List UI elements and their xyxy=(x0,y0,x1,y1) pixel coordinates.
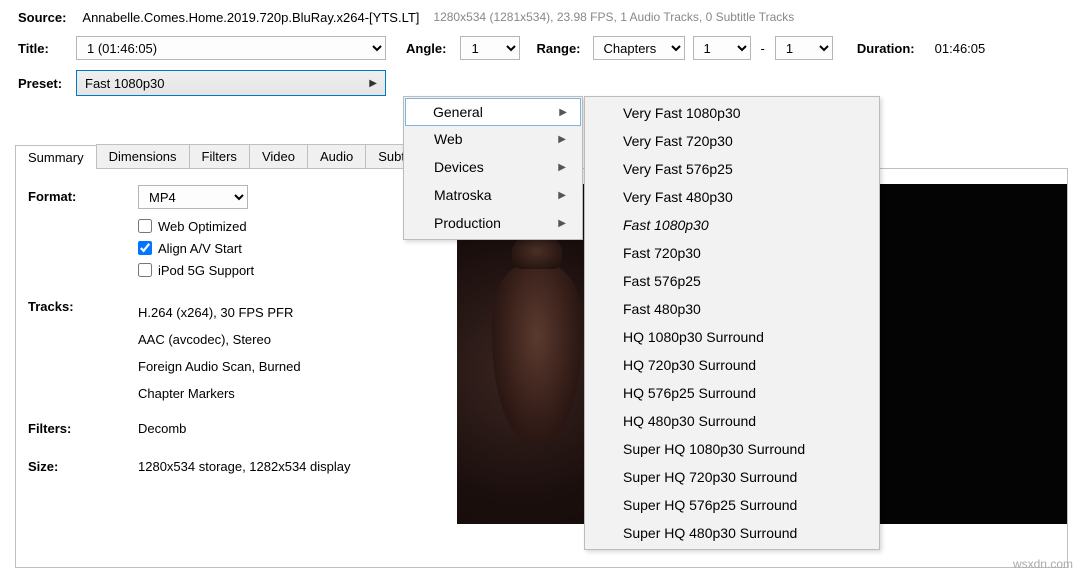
preset-option[interactable]: Fast 720p30 xyxy=(587,239,877,267)
preset-button[interactable]: Fast 1080p30 ▶ xyxy=(76,70,386,96)
align-av-checkbox[interactable]: Align A/V Start xyxy=(138,237,254,259)
title-label: Title: xyxy=(0,41,66,56)
preset-label: Preset: xyxy=(0,76,66,91)
preset-option-label: HQ 1080p30 Surround xyxy=(623,329,764,345)
preset-option[interactable]: Fast 480p30 xyxy=(587,295,877,323)
menu-item-label: Matroska xyxy=(434,187,492,203)
preset-option[interactable]: HQ 480p30 Surround xyxy=(587,407,877,435)
tab-summary[interactable]: Summary xyxy=(15,145,97,169)
web-optimized-label: Web Optimized xyxy=(158,219,247,234)
preset-option-label: Fast 1080p30 xyxy=(623,217,709,233)
range-label: Range: xyxy=(520,41,586,56)
menu-item-production[interactable]: Production ▶ xyxy=(406,209,580,237)
preset-option[interactable]: Super HQ 1080p30 Surround xyxy=(587,435,877,463)
preset-option[interactable]: HQ 720p30 Surround xyxy=(587,351,877,379)
chevron-right-icon: ▶ xyxy=(559,107,567,118)
menu-item-label: Devices xyxy=(434,159,484,175)
web-optimized-checkbox[interactable]: Web Optimized xyxy=(138,215,254,237)
source-label: Source: xyxy=(0,10,72,25)
preset-option-label: Very Fast 1080p30 xyxy=(623,105,741,121)
preset-option-label: Super HQ 576p25 Surround xyxy=(623,497,797,513)
tab-video[interactable]: Video xyxy=(249,144,308,168)
range-to-select[interactable]: 1 xyxy=(775,36,833,60)
ipod-input[interactable] xyxy=(138,263,152,277)
preset-option[interactable]: Very Fast 480p30 xyxy=(587,183,877,211)
chevron-right-icon: ▶ xyxy=(558,162,566,173)
menu-item-devices[interactable]: Devices ▶ xyxy=(406,153,580,181)
preset-option-label: HQ 576p25 Surround xyxy=(623,385,756,401)
preset-category-menu: General ▶ Web ▶ Devices ▶ Matroska ▶ Pro… xyxy=(403,96,583,240)
preset-option-label: Super HQ 480p30 Surround xyxy=(623,525,797,541)
preset-option-label: Fast 576p25 xyxy=(623,273,701,289)
chevron-right-icon: ▶ xyxy=(369,78,377,89)
preset-option-label: HQ 480p30 Surround xyxy=(623,413,756,429)
preset-option[interactable]: HQ 1080p30 Surround xyxy=(587,323,877,351)
summary-filters-value: Decomb xyxy=(138,421,186,436)
source-meta: 1280x534 (1281x534), 23.98 FPS, 1 Audio … xyxy=(419,10,794,24)
track-foreign: Foreign Audio Scan, Burned xyxy=(138,353,301,380)
range-select[interactable]: Chapters xyxy=(593,36,685,60)
preset-list-menu: Very Fast 1080p30 Very Fast 720p30 Very Fa… xyxy=(584,96,880,550)
preset-option-label: Very Fast 480p30 xyxy=(623,189,733,205)
preset-option-label: Very Fast 576p25 xyxy=(623,161,733,177)
title-select[interactable]: 1 (01:46:05) xyxy=(76,36,386,60)
preset-option-label: Super HQ 720p30 Surround xyxy=(623,469,797,485)
track-video: H.264 (x264), 30 FPS PFR xyxy=(138,299,301,326)
menu-item-web[interactable]: Web ▶ xyxy=(406,125,580,153)
align-av-input[interactable] xyxy=(138,241,152,255)
menu-item-label: Web xyxy=(434,131,463,147)
tab-filters[interactable]: Filters xyxy=(189,144,250,168)
format-label: Format: xyxy=(28,189,76,204)
menu-item-matroska[interactable]: Matroska ▶ xyxy=(406,181,580,209)
chevron-right-icon: ▶ xyxy=(558,218,566,229)
track-audio: AAC (avcodec), Stereo xyxy=(138,326,301,353)
source-value: Annabelle.Comes.Home.2019.720p.BluRay.x2… xyxy=(72,10,419,25)
tab-audio[interactable]: Audio xyxy=(307,144,366,168)
watermark: wsxdn.com xyxy=(1013,557,1073,571)
menu-item-label: Production xyxy=(434,215,501,231)
preset-option-label: Fast 720p30 xyxy=(623,245,701,261)
track-chapters: Chapter Markers xyxy=(138,380,301,407)
tab-dimensions[interactable]: Dimensions xyxy=(96,144,190,168)
preset-option[interactable]: Super HQ 720p30 Surround xyxy=(587,463,877,491)
preset-option-label: HQ 720p30 Surround xyxy=(623,357,756,373)
preset-option[interactable]: HQ 576p25 Surround xyxy=(587,379,877,407)
preset-option[interactable]: Very Fast 1080p30 xyxy=(587,99,877,127)
tracks-label: Tracks: xyxy=(28,299,74,314)
chevron-right-icon: ▶ xyxy=(558,190,566,201)
preset-option[interactable]: Super HQ 576p25 Surround xyxy=(587,491,877,519)
preset-option-label: Super HQ 1080p30 Surround xyxy=(623,441,805,457)
preset-option[interactable]: Super HQ 480p30 Surround xyxy=(587,519,877,547)
preview-vase-icon xyxy=(492,264,582,444)
summary-size-label: Size: xyxy=(28,459,58,474)
preset-option[interactable]: Very Fast 720p30 xyxy=(587,127,877,155)
preset-value: Fast 1080p30 xyxy=(85,76,165,91)
menu-item-label: General xyxy=(433,104,483,120)
preset-option[interactable]: Fast 1080p30 xyxy=(587,211,877,239)
preset-option-label: Fast 480p30 xyxy=(623,301,701,317)
format-select[interactable]: MP4 xyxy=(138,185,248,209)
ipod-label: iPod 5G Support xyxy=(158,263,254,278)
web-optimized-input[interactable] xyxy=(138,219,152,233)
angle-label: Angle: xyxy=(386,41,452,56)
range-from-select[interactable]: 1 xyxy=(693,36,751,60)
menu-item-general[interactable]: General ▶ xyxy=(405,98,581,126)
summary-size-value: 1280x534 storage, 1282x534 display xyxy=(138,459,351,474)
chevron-right-icon: ▶ xyxy=(558,134,566,145)
ipod-checkbox[interactable]: iPod 5G Support xyxy=(138,259,254,281)
duration-value: 01:46:05 xyxy=(921,41,986,56)
preset-option-label: Very Fast 720p30 xyxy=(623,133,733,149)
align-av-label: Align A/V Start xyxy=(158,241,242,256)
preset-option[interactable]: Fast 576p25 xyxy=(587,267,877,295)
angle-select[interactable]: 1 xyxy=(460,36,520,60)
duration-label: Duration: xyxy=(833,41,921,56)
preset-option[interactable]: Very Fast 576p25 xyxy=(587,155,877,183)
range-dash: - xyxy=(751,41,775,56)
summary-filters-label: Filters: xyxy=(28,421,71,436)
